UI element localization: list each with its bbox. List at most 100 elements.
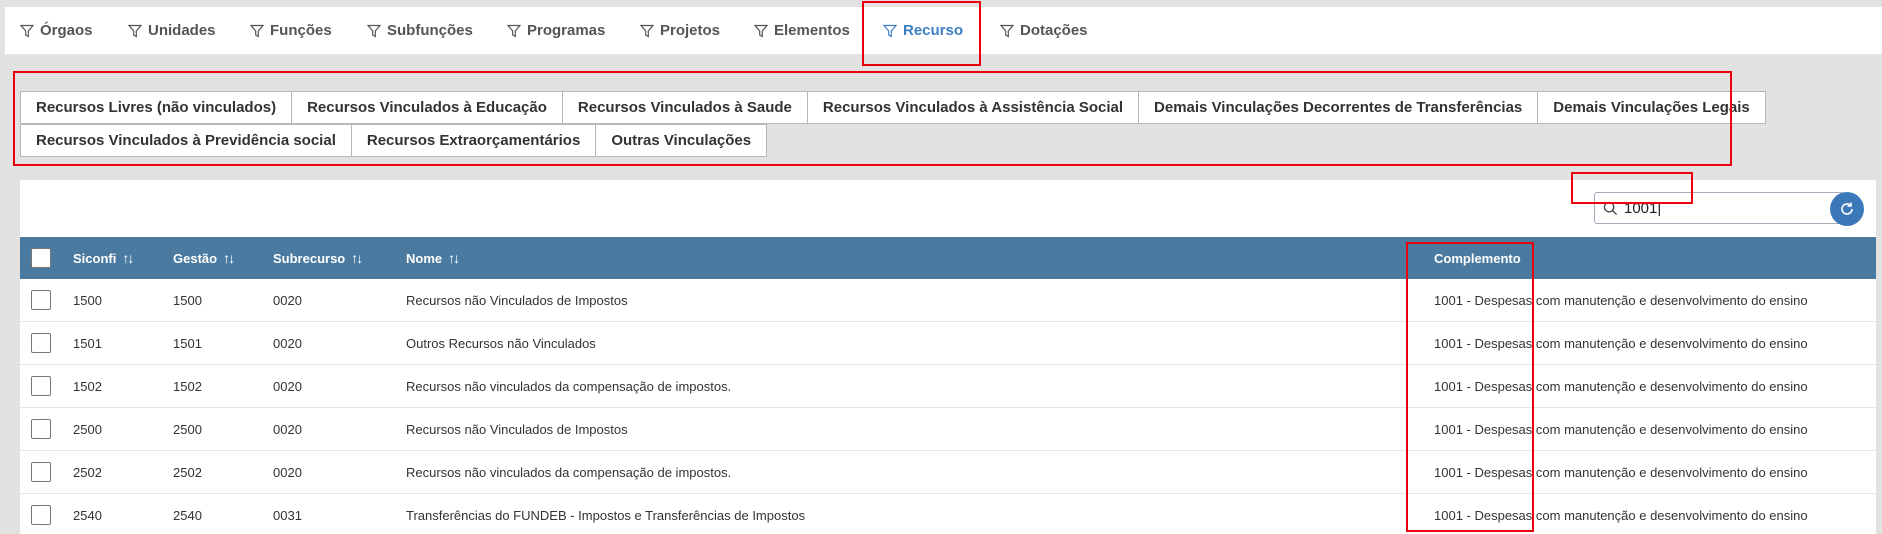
- tab-subfuncoes[interactable]: Subfunções: [367, 7, 473, 54]
- cell-complemento: 1001 - Despesas com manutenção e desenvo…: [1434, 507, 1808, 523]
- cell-complemento: 1001 - Despesas com manutenção e desenvo…: [1434, 292, 1808, 308]
- tab-programas[interactable]: Programas: [507, 7, 605, 54]
- col-siconfi[interactable]: Siconfi ↑↓: [73, 237, 134, 279]
- filter-tab-bar: Órgaos Unidades Funções Subfunções Progr…: [5, 7, 1882, 54]
- refresh-icon: [1841, 202, 1853, 215]
- table-row[interactable]: 2540 2540 0031 Transferências do FUNDEB …: [20, 494, 1876, 534]
- cell-nome: Recursos não vinculados da compensação d…: [406, 378, 732, 394]
- col-complemento: Complemento: [1434, 237, 1521, 279]
- cell-siconfi: 2502: [73, 464, 102, 480]
- col-label: Gestão: [173, 250, 218, 266]
- filter-icon: [640, 24, 654, 38]
- col-label: Subrecurso: [273, 250, 346, 266]
- row-checkbox[interactable]: [31, 376, 51, 396]
- cell-gestao: 2502: [173, 464, 202, 480]
- table-row[interactable]: 1500 1500 0020 Recursos não Vinculados d…: [20, 279, 1876, 322]
- row-checkbox[interactable]: [31, 419, 51, 439]
- cell-siconfi: 1502: [73, 378, 102, 394]
- search-input[interactable]: [1624, 199, 1824, 217]
- table-row[interactable]: 1501 1501 0020 Outros Recursos não Vincu…: [20, 322, 1876, 365]
- tab-orgaos[interactable]: Órgaos: [20, 7, 93, 54]
- category-saude[interactable]: Recursos Vinculados à Saude: [561, 91, 808, 124]
- cell-nome: Recursos não Vinculados de Impostos: [406, 421, 628, 437]
- filter-icon: [1000, 24, 1014, 38]
- category-outras[interactable]: Outras Vinculações: [595, 124, 768, 157]
- tab-label: Elementos: [774, 22, 850, 39]
- filter-icon: [754, 24, 768, 38]
- row-checkbox[interactable]: [31, 462, 51, 482]
- cell-gestao: 1501: [173, 335, 202, 351]
- cell-siconfi: 2540: [73, 507, 102, 523]
- category-previdencia[interactable]: Recursos Vinculados à Previdência social: [20, 124, 352, 157]
- cell-nome: Recursos não Vinculados de Impostos: [406, 292, 628, 308]
- select-all-cell: [31, 237, 51, 279]
- filter-icon: [128, 24, 142, 38]
- results-panel: Siconfi ↑↓ Gestão ↑↓ Subrecurso ↑↓ Nome ↑↓ C…: [20, 180, 1876, 534]
- col-label: Complemento: [1434, 250, 1521, 266]
- col-gestao[interactable]: Gestão ↑↓: [173, 237, 235, 279]
- tab-projetos[interactable]: Projetos: [640, 7, 720, 54]
- cell-siconfi: 1500: [73, 292, 102, 308]
- filter-icon: [20, 24, 34, 38]
- sort-icon[interactable]: ↑↓: [122, 250, 134, 266]
- row-checkbox[interactable]: [31, 333, 51, 353]
- row-checkbox[interactable]: [31, 505, 51, 525]
- cell-gestao: 1502: [173, 378, 202, 394]
- category-recursos-livres[interactable]: Recursos Livres (não vinculados): [20, 91, 293, 124]
- category-button-group: Recursos Livres (não vinculados) Recurso…: [20, 91, 1766, 157]
- tab-dotacoes[interactable]: Dotações: [1000, 7, 1088, 54]
- tab-recurso[interactable]: Recurso: [883, 7, 963, 54]
- cell-subrecurso: 0020: [273, 292, 302, 308]
- filter-icon: [883, 24, 897, 38]
- tab-unidades[interactable]: Unidades: [128, 7, 216, 54]
- category-extraorcamentarios[interactable]: Recursos Extraorçamentários: [350, 124, 597, 157]
- cell-subrecurso: 0020: [273, 464, 302, 480]
- cell-nome: Outros Recursos não Vinculados: [406, 335, 596, 351]
- table-row[interactable]: 1502 1502 0020 Recursos não vinculados d…: [20, 365, 1876, 408]
- cell-siconfi: 2500: [73, 421, 102, 437]
- category-educacao[interactable]: Recursos Vinculados à Educação: [291, 91, 563, 124]
- category-assistencia-social[interactable]: Recursos Vinculados à Assistência Social: [806, 91, 1140, 124]
- table-row[interactable]: 2500 2500 0020 Recursos não Vinculados d…: [20, 408, 1876, 451]
- cell-complemento: 1001 - Despesas com manutenção e desenvo…: [1434, 378, 1808, 394]
- category-row: Recursos Vinculados à Previdência social…: [20, 124, 1696, 157]
- sort-icon[interactable]: ↑↓: [351, 250, 363, 266]
- cell-complemento: 1001 - Despesas com manutenção e desenvo…: [1434, 464, 1808, 480]
- filter-icon: [507, 24, 521, 38]
- row-checkbox[interactable]: [31, 290, 51, 310]
- tab-label: Funções: [270, 22, 332, 39]
- cell-subrecurso: 0031: [273, 507, 302, 523]
- tab-elementos[interactable]: Elementos: [754, 7, 850, 54]
- tab-label: Órgaos: [40, 22, 93, 39]
- tab-label: Dotações: [1020, 22, 1088, 39]
- select-all-checkbox[interactable]: [31, 248, 51, 268]
- search-icon: [1603, 201, 1618, 215]
- sort-icon[interactable]: ↑↓: [223, 250, 235, 266]
- filter-icon: [367, 24, 381, 38]
- cell-gestao: 2500: [173, 421, 202, 437]
- col-nome[interactable]: Nome ↑↓: [406, 237, 460, 279]
- table-row[interactable]: 2502 2502 0020 Recursos não vinculados d…: [20, 451, 1876, 494]
- cell-subrecurso: 0020: [273, 421, 302, 437]
- category-transferencias[interactable]: Demais Vinculações Decorrentes de Transf…: [1138, 91, 1539, 124]
- cell-complemento: 1001 - Despesas com manutenção e desenvo…: [1434, 421, 1808, 437]
- category-vinculacoes-legais[interactable]: Demais Vinculações Legais: [1537, 91, 1766, 124]
- cell-subrecurso: 0020: [273, 378, 302, 394]
- refresh-button[interactable]: [1830, 192, 1864, 226]
- col-subrecurso[interactable]: Subrecurso ↑↓: [273, 237, 363, 279]
- category-row: Recursos Livres (não vinculados) Recurso…: [20, 91, 1766, 124]
- tab-label: Recurso: [903, 22, 964, 39]
- col-label: Nome: [406, 250, 443, 266]
- tab-label: Subfunções: [387, 22, 473, 39]
- tab-label: Programas: [527, 22, 606, 39]
- col-label: Siconfi: [73, 250, 117, 266]
- tab-funcoes[interactable]: Funções: [250, 7, 332, 54]
- cell-complemento: 1001 - Despesas com manutenção e desenvo…: [1434, 335, 1808, 351]
- cell-subrecurso: 0020: [273, 335, 302, 351]
- cell-siconfi: 1501: [73, 335, 102, 351]
- cell-gestao: 2540: [173, 507, 202, 523]
- search-box[interactable]: [1594, 192, 1844, 224]
- sort-icon[interactable]: ↑↓: [448, 250, 460, 266]
- cell-nome: Recursos não vinculados da compensação d…: [406, 464, 732, 480]
- table-header: Siconfi ↑↓ Gestão ↑↓ Subrecurso ↑↓ Nome ↑↓ C…: [20, 237, 1876, 279]
